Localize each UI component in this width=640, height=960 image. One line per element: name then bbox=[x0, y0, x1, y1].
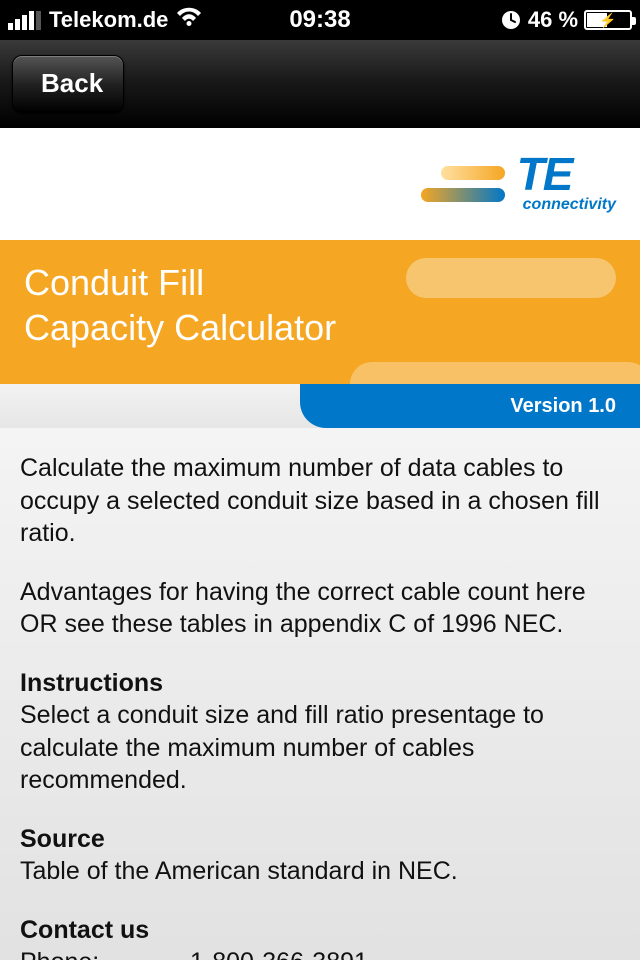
page-content: TE connectivity Conduit Fill Capacity Ca… bbox=[0, 128, 640, 960]
status-time: 09:38 bbox=[289, 6, 350, 34]
logo-brand: TE bbox=[517, 154, 572, 195]
version-label: Version 1.0 bbox=[510, 395, 616, 418]
advantages-text: Advantages for having the correct cable … bbox=[20, 576, 620, 641]
source-text: Table of the American standard in NEC. bbox=[20, 857, 458, 885]
back-button-label: Back bbox=[41, 68, 103, 99]
back-button[interactable]: Back bbox=[12, 55, 124, 113]
contact-phone-row: Phone: 1-800-366-3891 bbox=[20, 946, 620, 960]
status-left: Telekom.de bbox=[8, 7, 289, 33]
instructions-title: Instructions bbox=[20, 669, 163, 697]
instructions-text: Select a conduit size and fill ratio pre… bbox=[20, 701, 544, 794]
source-title: Source bbox=[20, 825, 105, 853]
contact-title: Contact us bbox=[20, 914, 620, 947]
battery-icon: ⚡ bbox=[584, 10, 632, 30]
contact-phone-label: Phone: bbox=[20, 946, 190, 960]
version-strip: Version 1.0 bbox=[0, 384, 640, 428]
nav-bar: Back bbox=[0, 40, 640, 128]
logo-area: TE connectivity bbox=[0, 128, 640, 240]
wifi-icon bbox=[176, 7, 202, 33]
te-logo: TE connectivity bbox=[421, 154, 616, 213]
instructions-block: Instructions Select a conduit size and f… bbox=[20, 667, 620, 797]
title-line-1: Conduit Fill bbox=[24, 262, 204, 303]
decorative-pill-icon bbox=[406, 258, 616, 298]
logo-tagline: connectivity bbox=[523, 196, 616, 214]
status-right: 46 % ⚡ bbox=[351, 7, 632, 33]
source-block: Source Table of the American standard in… bbox=[20, 823, 620, 888]
alarm-icon bbox=[500, 9, 522, 31]
contact-phone-value: 1-800-366-3891 bbox=[190, 946, 368, 960]
signal-icon bbox=[8, 10, 41, 30]
title-line-2: Capacity Calculator bbox=[24, 307, 336, 348]
carrier-label: Telekom.de bbox=[49, 7, 168, 33]
status-bar: Telekom.de 09:38 46 % ⚡ bbox=[0, 0, 640, 40]
contact-block: Contact us Phone: 1-800-366-3891 E-Mail:… bbox=[20, 914, 620, 960]
hero-banner: Conduit Fill Capacity Calculator bbox=[0, 240, 640, 384]
body-text: Calculate the maximum number of data cab… bbox=[0, 428, 640, 960]
battery-percent: 46 % bbox=[528, 7, 578, 33]
intro-text: Calculate the maximum number of data cab… bbox=[20, 452, 620, 550]
logo-bars-icon bbox=[421, 166, 505, 202]
version-tab: Version 1.0 bbox=[300, 384, 640, 428]
